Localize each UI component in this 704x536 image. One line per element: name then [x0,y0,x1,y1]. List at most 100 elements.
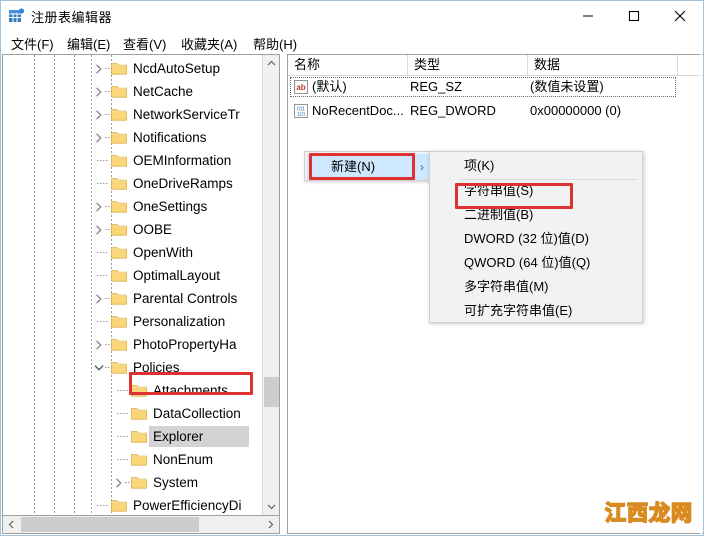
folder-icon [111,130,127,144]
tree-item-system[interactable]: System [3,471,263,494]
submenu-item-1[interactable]: 字符串值(S) [432,180,642,202]
menu-bar: 文件(F) 编辑(E) 查看(V) 收藏夹(A) 帮助(H) [1,31,703,53]
value-row[interactable]: ab (默认) REG_SZ (数值未设置) [288,77,703,97]
chevron-right-icon: › [420,160,424,174]
tree-item-label: OptimalLayout [133,268,221,283]
tree-vertical-scrollbar[interactable] [262,55,279,515]
folder-icon [111,176,127,190]
right-margin-strip [700,54,702,534]
menu-item-1[interactable]: 编辑(E) [65,33,112,54]
tree-item-label: Explorer [153,429,204,444]
menu-item-3[interactable]: 收藏夹(A) [179,33,239,54]
maximize-button[interactable] [611,1,657,31]
folder-icon [111,291,127,305]
tree-item-label: OpenWith [133,245,194,260]
tree-connector [115,425,131,448]
window-title: 注册表编辑器 [31,10,113,25]
tree-item-attachments[interactable]: Attachments [3,379,263,402]
tree-item-label: OOBE [133,222,173,237]
submenu-item-3[interactable]: DWORD (32 位)值(D) [432,228,642,250]
tree-scroll-right-icon[interactable] [262,516,279,532]
registry-editor-window: 注册表编辑器 文件(F) 编辑(E) 查看(V) 收藏夹(A) 帮助(H) NcdAut… [0,0,704,536]
tree-item-policies[interactable]: Policies [3,356,263,379]
tree-connector [115,379,131,402]
tree-item-label: Policies [133,360,180,375]
folder-icon [131,475,147,489]
close-button[interactable] [657,1,703,31]
column-header-0[interactable]: 名称 [288,55,408,75]
value-type: REG_SZ [410,79,463,94]
tree-item-parental-controls[interactable]: Parental Controls [3,287,263,310]
tree-scroll-up-icon[interactable] [263,55,279,72]
tree-item-onedriveramps[interactable]: OneDriveRamps [3,172,263,195]
registry-tree-clip: NcdAutoSetup NetCache NetworkServiceTr Noti… [3,55,263,515]
tree-item-powerefficiencydi[interactable]: PowerEfficiencyDi [3,494,263,515]
folder-icon [111,222,127,236]
context-menu-new-label: 新建(N) [331,159,376,174]
tree-item-personalization[interactable]: Personalization [3,310,263,333]
column-header-1[interactable]: 类型 [408,55,528,75]
registry-tree-pane[interactable]: NcdAutoSetup NetCache NetworkServiceTr Noti… [2,54,280,516]
context-menu-item-new[interactable]: 新建(N) › [307,154,431,180]
folder-icon [111,107,127,121]
tree-connector [115,402,131,425]
folder-icon [111,199,127,213]
string-value-icon: ab [294,80,308,94]
tree-item-label: DataCollection [153,406,241,421]
column-header-2[interactable]: 数据 [528,55,678,75]
tree-item-label: NcdAutoSetup [133,61,221,76]
tree-item-photopropertyha[interactable]: PhotoPropertyHa [3,333,263,356]
tree-connector [95,264,111,287]
tree-item-ncdautosetup[interactable]: NcdAutoSetup [3,57,263,80]
folder-icon [111,498,127,512]
menu-item-4[interactable]: 帮助(H) [251,33,299,54]
tree-connector [95,310,111,333]
tree-item-networkservicetr[interactable]: NetworkServiceTr [3,103,263,126]
submenu-item-5[interactable]: 多字符串值(M) [432,276,642,298]
tree-hscrollbar-thumb[interactable] [21,517,199,532]
tree-scroll-left-icon[interactable] [3,516,20,532]
submenu-item-0[interactable]: 项(K) [432,155,642,177]
minimize-button[interactable] [565,1,611,31]
submenu-item-4[interactable]: QWORD (64 位)值(Q) [432,252,642,274]
svg-text:ab: ab [296,83,305,92]
registry-editor-icon [9,8,25,24]
menu-item-2[interactable]: 查看(V) [121,33,168,54]
submenu-item-6[interactable]: 可扩充字符串值(E) [432,300,642,322]
tree-item-netcache[interactable]: NetCache [3,80,263,103]
value-row[interactable]: 011 110 NoRecentDoc... REG_DWORD 0x00000000 … [288,101,703,121]
svg-text:110: 110 [297,112,305,118]
tree-item-label: OEMInformation [133,153,232,168]
tree-item-label: OneSettings [133,199,208,214]
tree-scrollbar-thumb[interactable] [264,377,279,407]
tree-item-oeminformation[interactable]: OEMInformation [3,149,263,172]
title-bar: 注册表编辑器 [1,1,703,31]
tree-connector [95,172,111,195]
tree-item-notifications[interactable]: Notifications [3,126,263,149]
folder-icon [111,61,127,75]
context-menu: 新建(N) › [304,151,432,181]
folder-icon [131,406,147,420]
tree-item-label: Attachments [153,383,229,398]
tree-item-oobe[interactable]: OOBE [3,218,263,241]
folder-icon [111,314,127,328]
tree-scroll-down-icon[interactable] [263,498,279,515]
tree-item-label: PowerEfficiencyDi [133,498,242,513]
submenu-item-2[interactable]: 二进制值(B) [432,204,642,226]
tree-item-openwith[interactable]: OpenWith [3,241,263,264]
site-watermark: 江西龙网 [604,500,693,526]
tree-item-datacollection[interactable]: DataCollection [3,402,263,425]
tree-item-label: Parental Controls [133,291,238,306]
value-data: 0x00000000 (0) [530,103,622,118]
tree-item-onesettings[interactable]: OneSettings [3,195,263,218]
value-data: (数值未设置) [530,79,604,94]
tree-item-explorer[interactable]: Explorer [3,425,263,448]
dword-value-icon: 011 110 [294,104,308,118]
folder-icon [111,268,127,282]
menu-item-0[interactable]: 文件(F) [9,33,56,54]
tree-item-optimallayout[interactable]: OptimalLayout [3,264,263,287]
value-name: NoRecentDoc... [312,103,404,118]
tree-item-nonenum[interactable]: NonEnum [3,448,263,471]
value-type: REG_DWORD [410,103,496,118]
tree-horizontal-scrollbar[interactable] [2,516,280,534]
